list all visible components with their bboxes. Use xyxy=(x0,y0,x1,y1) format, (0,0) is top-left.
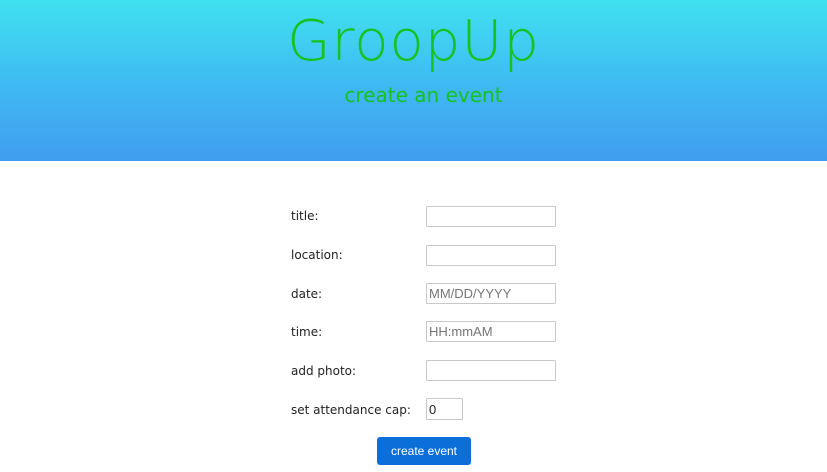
date-label: date: xyxy=(291,287,323,301)
attendance-cap-label: set attendance cap: xyxy=(291,403,411,417)
location-input[interactable] xyxy=(426,245,556,266)
date-input[interactable] xyxy=(426,283,556,304)
create-event-button[interactable]: create event xyxy=(377,437,471,465)
title-input[interactable] xyxy=(426,206,556,227)
location-label: location: xyxy=(291,248,343,262)
add-photo-input[interactable] xyxy=(426,360,556,381)
create-event-form: title: location: date: time: add photo: … xyxy=(0,0,827,472)
time-label: time: xyxy=(291,325,323,339)
add-photo-label: add photo: xyxy=(291,364,357,378)
attendance-cap-input[interactable] xyxy=(426,398,463,420)
title-label: title: xyxy=(291,209,319,223)
time-input[interactable] xyxy=(426,321,556,342)
